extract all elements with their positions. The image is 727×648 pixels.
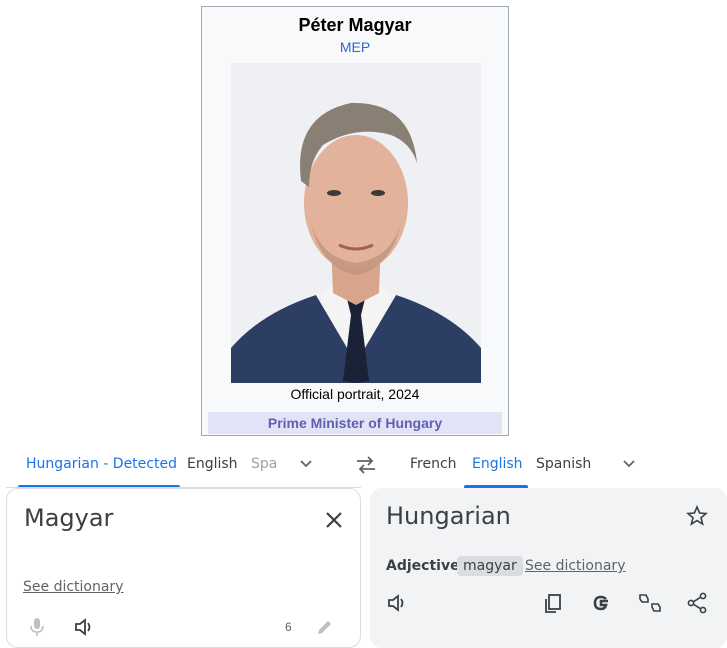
translation-output: Hungarian [386,502,511,530]
infobox-subtitle-link[interactable]: MEP [202,39,508,55]
infobox: Péter Magyar MEP Official portrait, 2024 [201,6,509,436]
tab-target-spanish[interactable]: Spanish [536,440,591,486]
tab-source-spanish[interactable]: Spa [251,440,281,486]
google-g-icon[interactable] [590,592,612,614]
see-dictionary-link[interactable]: See dictionary [525,558,625,574]
share-icon[interactable] [686,592,708,614]
copy-icon[interactable] [542,592,564,614]
word-chip[interactable]: magyar [457,556,523,576]
thumbs-up-down-icon[interactable] [638,592,661,614]
office-header: Prime Minister of Hungary [208,412,502,434]
part-of-speech-label: Adjective [386,558,460,574]
portrait-photo [231,63,481,383]
close-icon[interactable] [323,509,345,531]
swap-languages-icon[interactable] [354,453,378,477]
source-text-input[interactable]: Magyar [24,504,113,532]
tab-target-english[interactable]: English [472,440,523,486]
tab-target-french[interactable]: French [410,440,457,486]
see-dictionary-link[interactable]: See dictionary [23,579,123,595]
pencil-icon[interactable] [315,619,333,637]
chevron-down-icon[interactable] [621,456,637,472]
portrait-caption: Official portrait, 2024 [290,386,420,402]
target-panel: Hungarian Adjective magyar See dictionar… [370,488,727,648]
star-icon[interactable] [686,505,708,527]
character-count: 6 [285,620,292,634]
infobox-name: Péter Magyar [298,15,412,35]
speaker-icon[interactable] [386,592,408,614]
tab-source-hungarian-detected[interactable]: Hungarian - Detected [26,440,177,486]
language-bar: Hungarian - Detected English Spa French … [0,440,727,488]
chevron-down-icon[interactable] [298,456,314,472]
source-panel: Magyar See dictionary 6 [6,488,361,648]
tab-source-english[interactable]: English [187,440,238,486]
speaker-icon[interactable] [73,616,95,638]
microphone-icon[interactable] [27,617,47,637]
